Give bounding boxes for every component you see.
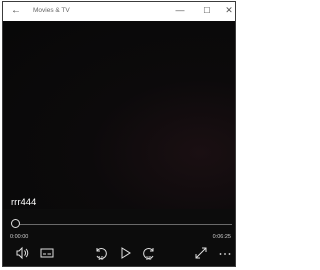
- video-surface[interactable]: [3, 21, 235, 209]
- playback-controls: 10 30: [3, 245, 235, 265]
- title-bar: ← Movies & TV — ☐ ✕: [3, 2, 235, 21]
- play-icon[interactable]: [117, 245, 133, 261]
- total-time: 0:06:25: [212, 234, 231, 240]
- video-title: rrr444: [11, 197, 37, 208]
- volume-icon[interactable]: [14, 245, 30, 261]
- maximize-icon[interactable]: ☐: [200, 6, 214, 15]
- close-icon[interactable]: ✕: [222, 5, 235, 16]
- skip-forward-label: 30: [146, 256, 152, 262]
- window-title: Movies & TV: [33, 7, 70, 14]
- more-icon[interactable]: [217, 245, 233, 261]
- fullscreen-icon[interactable]: [193, 245, 209, 261]
- movies-tv-window: ← Movies & TV — ☐ ✕ rrr444 0:00:00 0:06:…: [2, 1, 236, 267]
- back-arrow-icon[interactable]: ←: [11, 5, 21, 16]
- skip-back-label: 10: [98, 256, 104, 262]
- skip-forward-icon[interactable]: 30: [141, 245, 157, 262]
- minimize-icon[interactable]: —: [173, 5, 187, 15]
- current-time: 0:00:00: [10, 234, 29, 240]
- skip-back-icon[interactable]: 10: [93, 245, 109, 262]
- subtitles-icon[interactable]: [39, 245, 55, 261]
- background-window-edge: [235, 40, 243, 265]
- seek-thumb[interactable]: [11, 219, 20, 228]
- seek-bar[interactable]: [19, 224, 232, 225]
